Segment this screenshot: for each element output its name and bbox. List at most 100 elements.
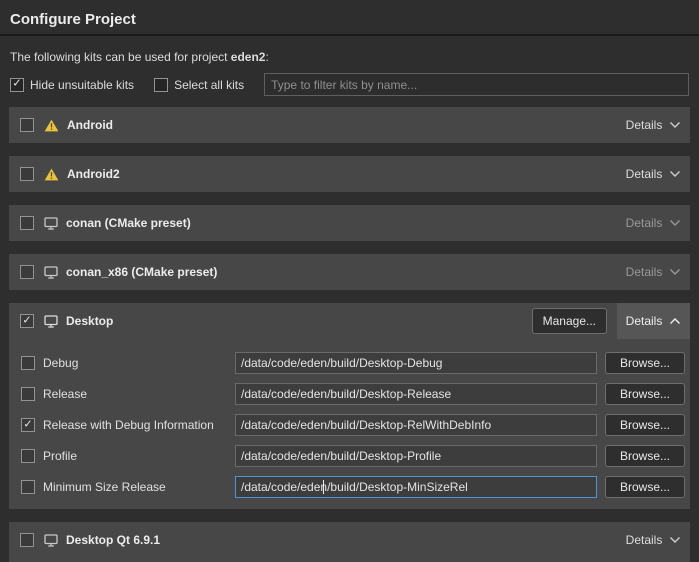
details-toggle[interactable]: Details <box>617 303 690 339</box>
kit-name: conan_x86 (CMake preset) <box>66 265 217 279</box>
config-row-debug: ✓ Debug Browse... <box>21 352 685 374</box>
kit-filter-input[interactable] <box>264 73 689 96</box>
chevron-down-icon <box>669 121 681 129</box>
details-label: Details <box>626 118 663 132</box>
build-path-input[interactable] <box>235 445 597 467</box>
kit-header: ✓ Android2 Details <box>9 156 690 192</box>
config-row-profile: ✓ Profile Browse... <box>21 445 685 467</box>
config-label: Debug <box>43 356 78 370</box>
dialog-header: Configure Project <box>0 0 699 36</box>
select-all-group: ✓ Select all kits <box>154 78 244 92</box>
details-label: Details <box>626 216 663 230</box>
manage-button[interactable]: Manage... <box>532 308 607 334</box>
intro-suffix: : <box>265 50 268 64</box>
details-toggle[interactable]: Details <box>617 205 690 241</box>
config-row-release: ✓ Release Browse... <box>21 383 685 405</box>
kit-row-conan-x86: ✓ conan_x86 (CMake preset) Details <box>9 254 690 290</box>
config-left: ✓ Debug <box>21 356 235 370</box>
config-left: ✓ Release with Debug Information <box>21 418 235 432</box>
kit-controls: ✓ Hide unsuitable kits ✓ Select all kits <box>10 73 689 96</box>
kit-header: ✓ Desktop Manage... Details <box>9 303 690 339</box>
chevron-down-icon <box>669 219 681 227</box>
config-checkbox[interactable]: ✓ <box>21 418 35 432</box>
kit-checkbox[interactable]: ✓ <box>20 167 34 181</box>
config-checkbox[interactable]: ✓ <box>21 449 35 463</box>
kit-checkbox[interactable]: ✓ <box>20 265 34 279</box>
hide-unsuitable-group: ✓ Hide unsuitable kits <box>10 78 134 92</box>
select-all-label: Select all kits <box>174 78 244 92</box>
desktop-icon <box>44 315 58 328</box>
kit-list: ✓ Android Details ✓ Android2 Details <box>0 107 699 558</box>
path-field-wrap <box>235 414 597 436</box>
config-checkbox[interactable]: ✓ <box>21 387 35 401</box>
details-label: Details <box>626 533 663 547</box>
kit-name: Android <box>67 118 113 132</box>
path-field-wrap <box>235 383 597 405</box>
chevron-up-icon <box>669 317 681 325</box>
kit-row-desktop-qt: ✓ Desktop Qt 6.9.1 Details <box>9 522 690 558</box>
kit-row-conan: ✓ conan (CMake preset) Details <box>9 205 690 241</box>
build-path-input[interactable] <box>235 414 597 436</box>
kit-checkbox[interactable]: ✓ <box>20 533 34 547</box>
build-path-input[interactable] <box>235 383 597 405</box>
config-row-relwithdebinfo: ✓ Release with Debug Information Browse.… <box>21 414 685 436</box>
browse-button[interactable]: Browse... <box>605 445 685 467</box>
browse-button[interactable]: Browse... <box>605 352 685 374</box>
config-row-minsizerel: ✓ Minimum Size Release Browse... <box>21 476 685 498</box>
browse-button[interactable]: Browse... <box>605 383 685 405</box>
details-toggle[interactable]: Details <box>617 522 690 558</box>
config-label: Release <box>43 387 87 401</box>
kit-name: conan (CMake preset) <box>66 216 191 230</box>
intro-text: The following kits can be used for proje… <box>10 50 689 64</box>
desktop-icon <box>44 534 58 547</box>
path-field-wrap <box>235 445 597 467</box>
kit-name: Desktop <box>66 314 113 328</box>
details-toggle[interactable]: Details <box>617 107 690 143</box>
path-field-wrap <box>235 476 597 498</box>
hide-unsuitable-checkbox[interactable]: ✓ <box>10 78 24 92</box>
intro-prefix: The following kits can be used for proje… <box>10 50 231 64</box>
build-path-input-focused[interactable] <box>235 476 597 498</box>
details-label: Details <box>626 314 663 328</box>
chevron-down-icon <box>669 170 681 178</box>
page-title: Configure Project <box>10 11 689 28</box>
kit-row-desktop: ✓ Desktop Manage... Details ✓ Debug <box>9 303 690 509</box>
details-toggle[interactable]: Details <box>617 254 690 290</box>
kit-name: Desktop Qt 6.9.1 <box>66 533 160 547</box>
kit-checkbox[interactable]: ✓ <box>20 118 34 132</box>
select-all-checkbox[interactable]: ✓ <box>154 78 168 92</box>
project-name: eden2 <box>231 50 266 64</box>
kit-checkbox[interactable]: ✓ <box>20 216 34 230</box>
kit-header: ✓ Desktop Qt 6.9.1 Details <box>9 522 690 558</box>
hide-unsuitable-label: Hide unsuitable kits <box>30 78 134 92</box>
config-left: ✓ Profile <box>21 449 235 463</box>
kit-header: ✓ conan_x86 (CMake preset) Details <box>9 254 690 290</box>
build-path-input[interactable] <box>235 352 597 374</box>
browse-button[interactable]: Browse... <box>605 414 685 436</box>
browse-button[interactable]: Browse... <box>605 476 685 498</box>
details-label: Details <box>626 265 663 279</box>
kit-row-android: ✓ Android Details <box>9 107 690 143</box>
config-checkbox[interactable]: ✓ <box>21 356 35 370</box>
kit-header: ✓ conan (CMake preset) Details <box>9 205 690 241</box>
config-label: Release with Debug Information <box>43 418 214 432</box>
checkmark-icon: ✓ <box>22 315 31 326</box>
desktop-icon <box>44 266 58 279</box>
checkmark-icon: ✓ <box>12 79 21 90</box>
desktop-icon <box>44 217 58 230</box>
warning-icon <box>44 168 59 181</box>
build-config-list: ✓ Debug Browse... ✓ Release Browse... <box>9 339 690 509</box>
checkmark-icon: ✓ <box>23 419 32 430</box>
config-left: ✓ Release <box>21 387 235 401</box>
chevron-down-icon <box>669 268 681 276</box>
kit-header: ✓ Android Details <box>9 107 690 143</box>
kit-checkbox[interactable]: ✓ <box>20 314 34 328</box>
kit-row-android2: ✓ Android2 Details <box>9 156 690 192</box>
text-cursor <box>323 480 324 494</box>
config-label: Profile <box>43 449 77 463</box>
config-label: Minimum Size Release <box>43 480 166 494</box>
config-checkbox[interactable]: ✓ <box>21 480 35 494</box>
config-left: ✓ Minimum Size Release <box>21 480 235 494</box>
warning-icon <box>44 119 59 132</box>
details-toggle[interactable]: Details <box>617 156 690 192</box>
